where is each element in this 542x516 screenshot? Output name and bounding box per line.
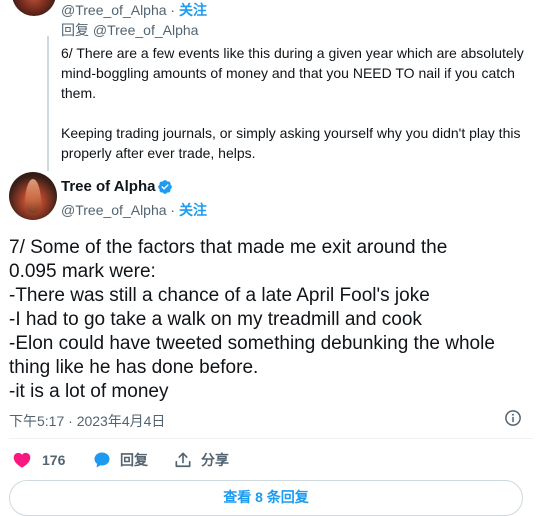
- tweet-line: 7/ Some of the factors that made me exit…: [9, 237, 448, 258]
- user-handle[interactable]: @Tree_of_Alpha: [61, 2, 167, 18]
- avatar[interactable]: [12, 0, 56, 16]
- tweet-text: 7/ Some of the factors that made me exit…: [9, 236, 533, 404]
- tree-logo-icon: [25, 179, 41, 213]
- reply-prefix: 回复: [61, 22, 93, 38]
- share-icon: [175, 452, 191, 468]
- main-tweet-handle-row: @Tree_of_Alpha · 关注: [61, 200, 207, 220]
- share-button[interactable]: 分享: [173, 450, 229, 470]
- like-count: 176: [42, 452, 66, 468]
- verified-badge-icon: [158, 180, 172, 194]
- tweet-line: -Elon could have tweeted something debun…: [9, 333, 495, 354]
- info-icon[interactable]: [504, 409, 522, 427]
- separator: ·: [166, 202, 179, 218]
- tweet-line: -it is a lot of money: [9, 381, 169, 402]
- like-button[interactable]: 176: [12, 450, 65, 470]
- tweet-line: -I had to go take a walk on my treadmill…: [9, 309, 422, 330]
- heart-icon: [13, 452, 31, 468]
- display-name[interactable]: Tree of Alpha: [61, 178, 155, 195]
- separator: ·: [166, 2, 179, 18]
- user-handle[interactable]: @Tree_of_Alpha: [61, 202, 167, 218]
- avatar[interactable]: [9, 172, 57, 220]
- follow-link[interactable]: 关注: [179, 2, 207, 18]
- tweet-paragraph: Keeping trading journals, or simply aski…: [61, 125, 521, 161]
- view-replies-button[interactable]: 查看 8 条回复: [9, 480, 523, 516]
- divider: [9, 438, 533, 439]
- reply-label: 回复: [120, 452, 148, 468]
- reply-mention-link[interactable]: @Tree_of_Alpha: [93, 22, 199, 38]
- tweet-line: -There was still a chance of a late Apri…: [9, 285, 430, 306]
- parent-tweet-text: 6/ There are a few events like this duri…: [61, 43, 531, 163]
- share-label: 分享: [201, 452, 229, 468]
- tweet-timestamp[interactable]: 下午5:17 · 2023年4月4日: [9, 411, 165, 431]
- tweet-line: thing like he has done before.: [9, 357, 259, 378]
- parent-tweet-handle-row: @Tree_of_Alpha · 关注: [61, 0, 207, 20]
- reply-bubble-icon: [94, 452, 110, 468]
- tweet-line: 0.095 mark were:: [9, 261, 156, 282]
- tweet-paragraph: 6/ There are a few events like this duri…: [61, 45, 524, 101]
- reply-button[interactable]: 回复: [92, 450, 148, 470]
- thread-connector-line: [47, 36, 49, 171]
- reply-to-line: 回复 @Tree_of_Alpha: [61, 20, 198, 40]
- follow-link[interactable]: 关注: [179, 202, 207, 218]
